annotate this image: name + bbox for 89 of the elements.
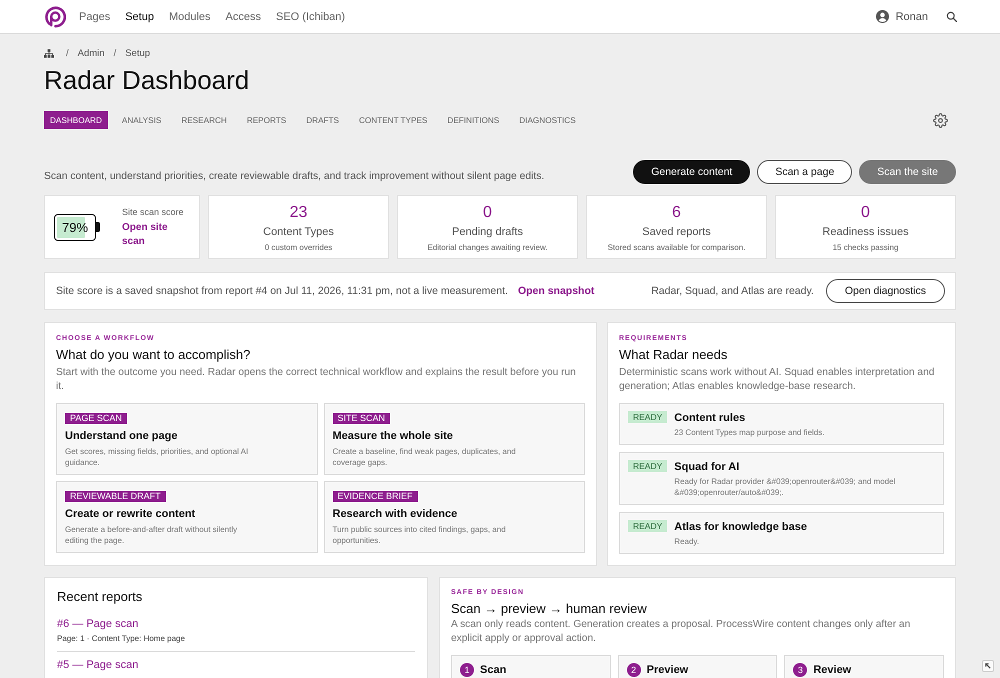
option-description: Generate a before-and-after draft without silently editing the page.: [65, 524, 238, 546]
nav-link[interactable]: Setup: [125, 10, 154, 22]
status-tag: READY: [628, 460, 668, 472]
step-title: Preview: [646, 664, 688, 676]
stat-label: Pending drafts: [452, 225, 523, 239]
option-description: Turn public sources into cited findings, gaps, and opportunities.: [332, 524, 507, 546]
option-title: Create or rewrite content: [65, 507, 196, 521]
stat-note: Stored scans available for comparison.: [608, 242, 746, 253]
tab[interactable]: DIAGNOSTICS: [513, 111, 582, 129]
stat-label: Content Types: [263, 225, 334, 239]
snapshot-link[interactable]: Open snapshot: [518, 285, 594, 297]
workflow-tag: REVIEWABLE DRAFT: [65, 491, 166, 502]
option-title: Research with evidence: [332, 507, 458, 521]
section-description: Start with the outcome you need. Radar opens the correct technical workflow and explains the result before you run it.: [56, 366, 577, 394]
requirement-title: Content rules: [674, 411, 746, 425]
readiness-status: Radar, Squad, and Atlas are ready.: [651, 285, 814, 297]
workflow-tag: SITE SCAN: [332, 413, 390, 424]
section-heading: Scan → preview → human review: [451, 600, 648, 617]
breadcrumb-separator: /: [66, 48, 69, 58]
stat-value: 23: [290, 203, 308, 223]
tab[interactable]: REPORTS: [240, 111, 292, 129]
option-description: Create a baseline, find weak pages, duplicates, and coverage gaps.: [332, 446, 517, 468]
status-tag: READY: [628, 411, 668, 423]
step-number: 1: [460, 663, 474, 677]
action-button[interactable]: Scan a page: [757, 160, 852, 184]
action-button[interactable]: Scan the site: [859, 160, 956, 184]
tab[interactable]: DASHBOARD: [44, 111, 108, 129]
step-number: 3: [793, 663, 808, 677]
site-scan-link[interactable]: Open site scan: [122, 220, 188, 248]
user-icon: [876, 10, 889, 23]
workflow-card[interactable]: PAGE SCAN Understand one page Get scores, missing fields, priorities, and optional AI guidance.: [56, 403, 318, 475]
option-title: Understand one page: [65, 429, 178, 443]
workflow-card[interactable]: EVIDENCE BRIEF Research with evidence Turn public sources into cited findings, gaps, and opportunities.: [324, 481, 585, 553]
tab[interactable]: CONTENT TYPES: [353, 111, 434, 129]
requirement-description: Ready.: [674, 536, 700, 547]
section-description: A scan only reads content. Generation creates a proposal. ProcessWire content changes only after an explicit apply or approval action.: [451, 618, 912, 646]
report-link[interactable]: #6 — Page scan: [57, 617, 138, 631]
stat-note: 15 checks passing: [832, 242, 898, 253]
stat-label: Readiness issues: [822, 225, 909, 239]
workflow-tag: EVIDENCE BRIEF: [332, 491, 418, 502]
breadcrumb-separator: /: [114, 48, 116, 58]
step-number: 2: [626, 663, 641, 677]
stat-value: 6: [672, 203, 681, 223]
intro-text: Scan content, understand priorities, create reviewable drafts, and track improvement without silent page edits.: [44, 170, 544, 184]
section-heading: What do you want to accomplish?: [56, 346, 252, 363]
section-description: Deterministic scans work without AI. Squad enables interpretation and generation; Atlas enables knowledge-base research.: [619, 366, 936, 394]
up-left-arrow-icon[interactable]: [982, 660, 994, 672]
nav-link[interactable]: Modules: [168, 10, 211, 22]
stat-note: Editorial changes awaiting review.: [427, 242, 548, 253]
tab[interactable]: DRAFTS: [300, 111, 345, 129]
nav-link[interactable]: Access: [226, 10, 261, 22]
requirement-title: Atlas for knowledge base: [674, 520, 807, 534]
diagnostics-button[interactable]: Open diagnostics: [826, 279, 945, 303]
page-title: Radar Dashboard: [44, 65, 250, 95]
nav-link[interactable]: SEO (Ichiban): [276, 10, 346, 22]
step-title: Scan: [480, 664, 506, 676]
search-icon[interactable]: [946, 11, 957, 22]
logo-icon[interactable]: [44, 6, 66, 28]
score-reading: 79%: [60, 218, 90, 236]
breadcrumb-link[interactable]: Setup: [125, 48, 150, 58]
breadcrumb-link[interactable]: Admin: [78, 48, 105, 58]
report-meta: Page: 1 · Content Type: Home page: [57, 633, 186, 644]
option-title: Measure the whole site: [332, 429, 453, 443]
workflow-card[interactable]: REVIEWABLE DRAFT Create or rewrite content Generate a before-and-after draft without silently editing the page.: [56, 481, 318, 553]
tab[interactable]: DEFINITIONS: [441, 111, 506, 129]
nav-link[interactable]: Pages: [79, 10, 110, 22]
stat-value: 0: [483, 203, 492, 223]
stat-label: Saved reports: [642, 225, 711, 239]
workflow-tag: PAGE SCAN: [65, 413, 127, 424]
section-heading: Recent reports: [57, 588, 144, 605]
requirement-description: 23 Content Types map purpose and fields.: [674, 427, 824, 438]
requirement-description: Ready for Radar provider &#039;openrouter&#039; and model &#039;openrouter/auto&#039;.: [674, 476, 896, 498]
snapshot-message: Site score is a saved snapshot from report #4 on Jul 11, 2026, 11:31 pm, not a live measurement.: [56, 285, 508, 297]
step-title: Review: [813, 664, 852, 676]
stat-value: 0: [861, 203, 870, 223]
report-link[interactable]: #5 — Page scan: [57, 658, 138, 672]
settings-icon[interactable]: [933, 112, 948, 128]
score-label: Site scan score: [122, 206, 185, 218]
stat-note: 0 custom overrides: [264, 242, 332, 253]
status-tag: READY: [628, 520, 668, 532]
requirement-title: Squad for AI: [674, 460, 740, 474]
option-description: Get scores, missing fields, priorities, and optional AI guidance.: [65, 446, 250, 468]
workflow-card[interactable]: SITE SCAN Measure the whole site Create a baseline, find weak pages, duplicates, and coverage gaps.: [324, 403, 585, 475]
user-menu-link[interactable]: Ronan: [876, 10, 928, 23]
tab[interactable]: RESEARCH: [175, 111, 233, 129]
tab[interactable]: ANALYSIS: [116, 111, 168, 129]
section-heading: What Radar needs: [619, 346, 728, 363]
action-button[interactable]: Generate content: [633, 160, 750, 184]
sitemap-icon[interactable]: [44, 48, 54, 58]
